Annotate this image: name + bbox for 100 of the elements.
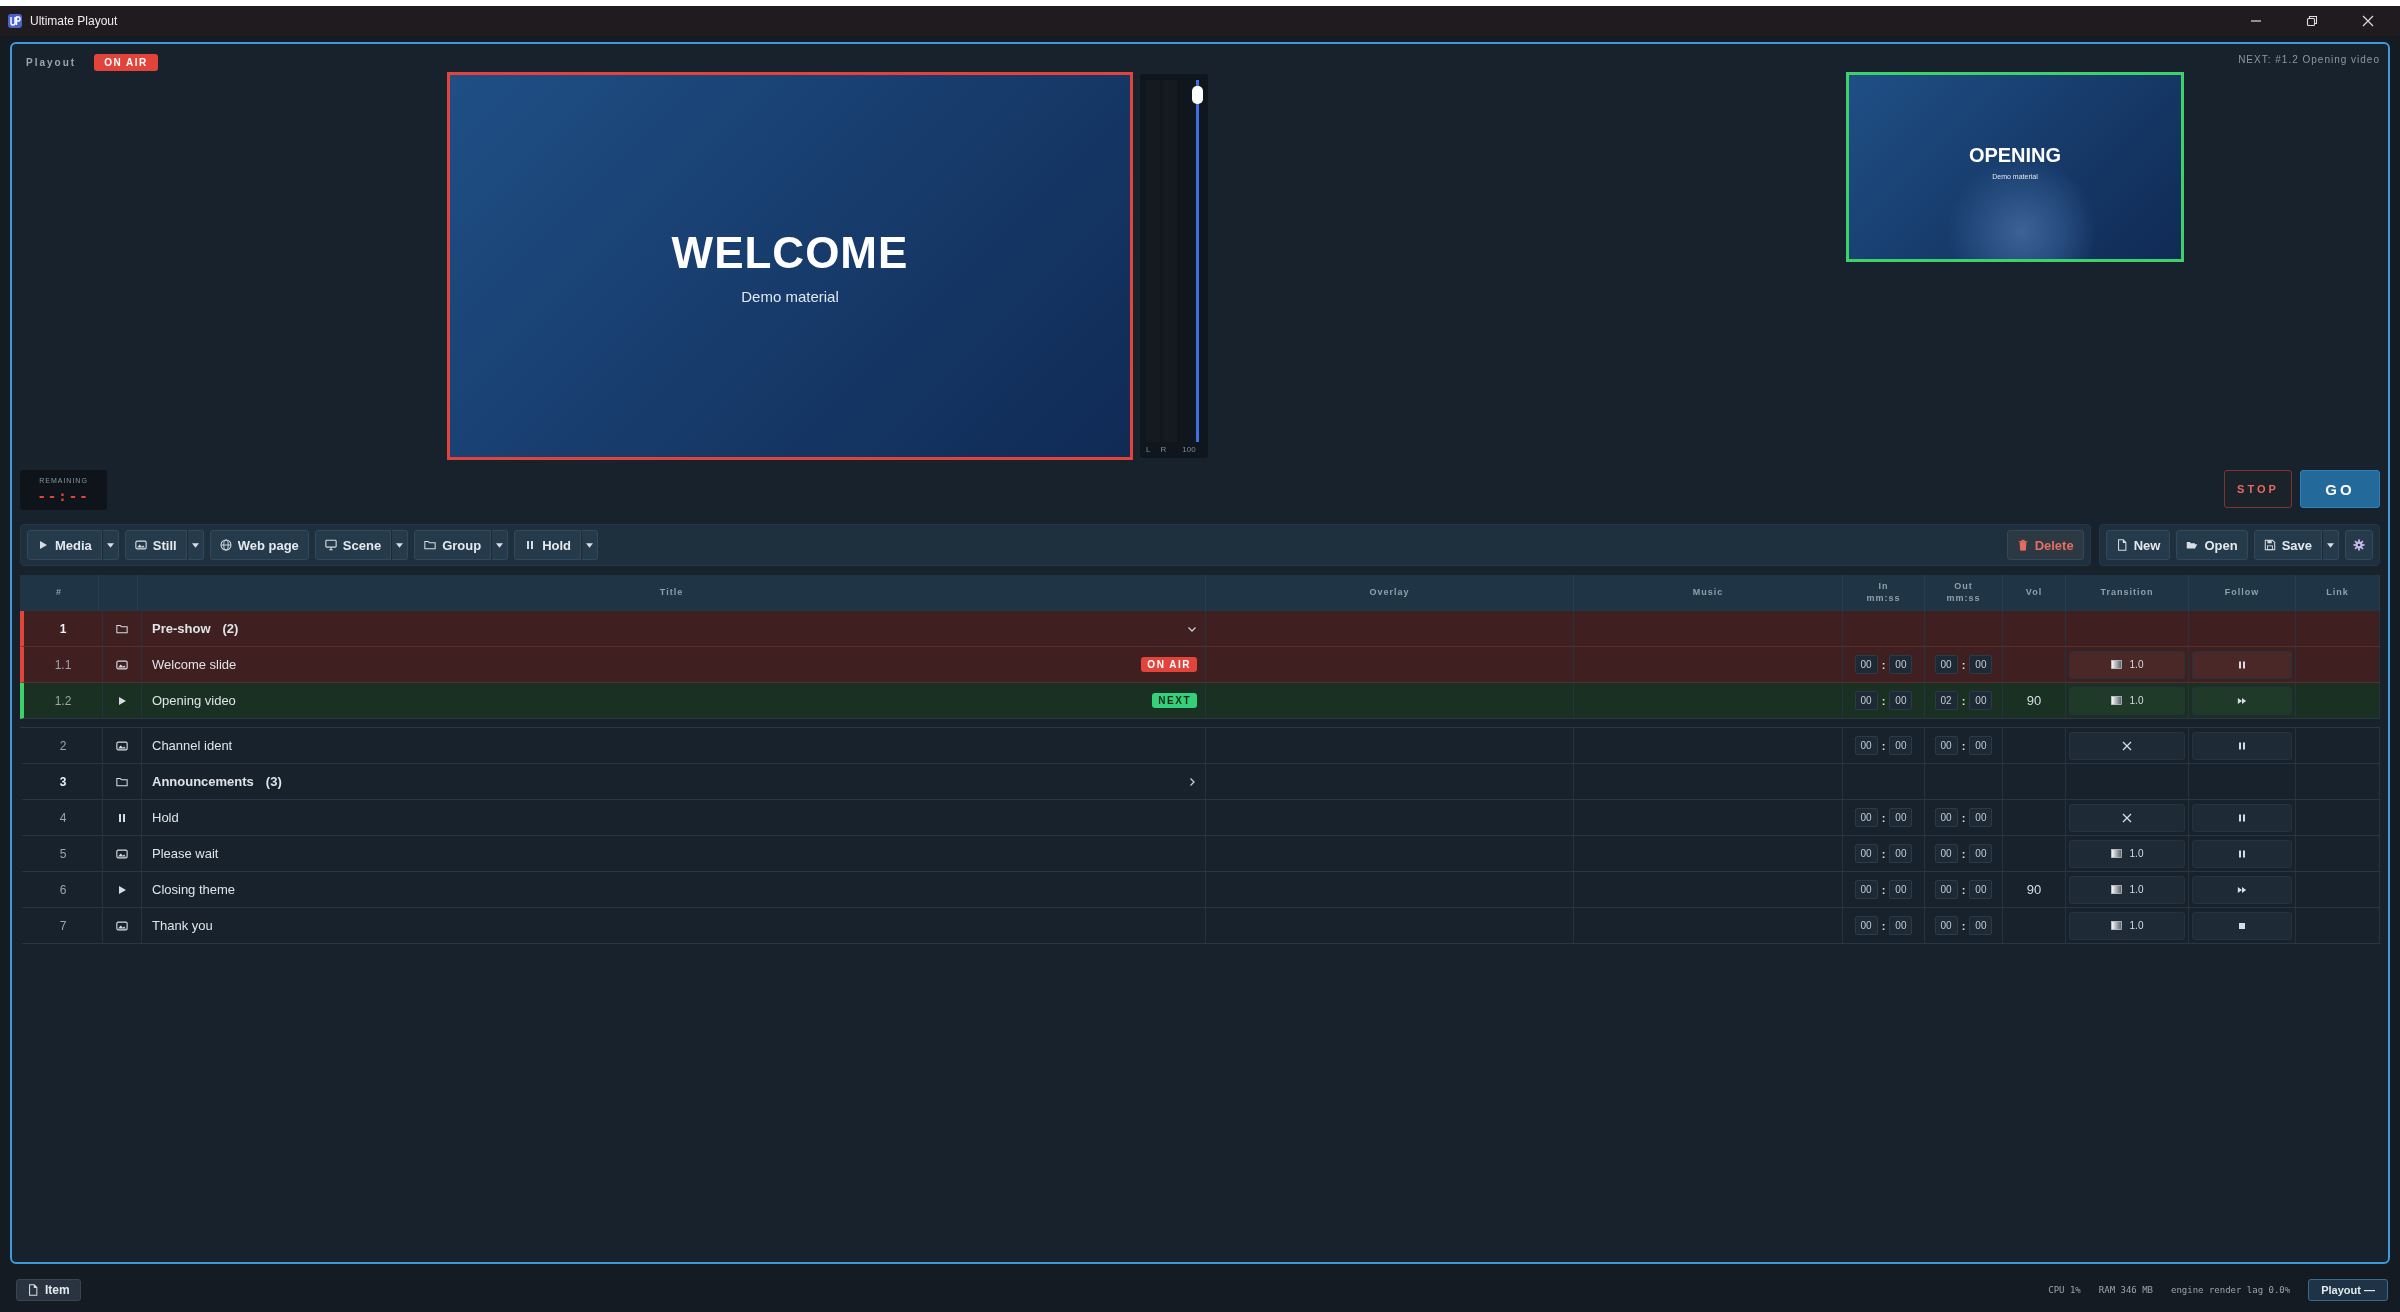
- stop-button[interactable]: STOP: [2224, 470, 2292, 508]
- transition-button[interactable]: 1.0: [2069, 839, 2185, 868]
- minutes-field[interactable]: 00: [1934, 880, 1958, 899]
- minutes-field[interactable]: 00: [1934, 736, 1958, 755]
- time-colon: :: [1961, 883, 1966, 896]
- go-button[interactable]: GO: [2300, 470, 2380, 508]
- restore-icon[interactable]: [2306, 15, 2318, 27]
- next-info: NEXT: #1.2 Opening video: [2238, 53, 2380, 65]
- playlist-row[interactable]: 1.1 Welcome slide ON AIR 00 : 00 00 : 00 1.0: [20, 647, 2380, 683]
- playlist-row[interactable]: 2 Channel ident 00 : 00 00 : 00: [20, 728, 2380, 764]
- settings-button[interactable]: [2345, 530, 2373, 560]
- time-colon: :: [1881, 919, 1886, 932]
- row-number: 3: [59, 774, 67, 789]
- seconds-field[interactable]: 00: [1969, 691, 1993, 710]
- seconds-field[interactable]: 00: [1889, 844, 1913, 863]
- web-button[interactable]: Web page: [209, 530, 309, 560]
- close-icon[interactable]: [2362, 15, 2374, 27]
- save-button[interactable]: Save: [2253, 530, 2322, 560]
- playlist-row[interactable]: 6 Closing theme 00 : 00 00 : 00 90 1.0: [20, 872, 2380, 908]
- transition-button[interactable]: 1.0: [2069, 650, 2185, 679]
- play-icon: [116, 883, 128, 896]
- row-number: 4: [59, 810, 67, 825]
- delete-button[interactable]: Delete: [2006, 530, 2084, 560]
- minutes-field[interactable]: 00: [1854, 880, 1878, 899]
- seconds-field[interactable]: 00: [1969, 880, 1993, 899]
- item-title: Hold: [152, 810, 179, 825]
- gradient-icon: [2110, 885, 2122, 894]
- minutes-field[interactable]: 00: [1854, 691, 1878, 710]
- minutes-field[interactable]: 00: [1854, 655, 1878, 674]
- seconds-field[interactable]: 00: [1889, 916, 1913, 935]
- seconds-field[interactable]: 00: [1969, 736, 1993, 755]
- seconds-field[interactable]: 00: [1889, 808, 1913, 827]
- seconds-field[interactable]: 00: [1969, 916, 1993, 935]
- document-icon: [2115, 539, 2128, 551]
- item-count: (2): [222, 621, 239, 636]
- chevron-icon[interactable]: [1187, 776, 1197, 787]
- fast-forward-icon: [2237, 884, 2247, 895]
- open-button[interactable]: Open: [2176, 530, 2248, 560]
- status-stat: RAM 346 MB: [2098, 1285, 2153, 1295]
- caret-icon: [496, 542, 504, 548]
- minutes-field[interactable]: 00: [1854, 844, 1878, 863]
- column-header: Overlay: [1369, 587, 1410, 599]
- playlist-row[interactable]: 1.2 Opening video NEXT 00 : 00 02 : 00 90 1.0: [20, 683, 2380, 719]
- image-icon: [116, 658, 128, 671]
- transition-button[interactable]: 1.0: [2069, 911, 2185, 940]
- minutes-field[interactable]: 00: [1934, 808, 1958, 827]
- minutes-field[interactable]: 00: [1854, 808, 1878, 827]
- caret-icon: [106, 542, 114, 548]
- minutes-field[interactable]: 02: [1934, 691, 1958, 710]
- caret-icon: [191, 542, 199, 548]
- playlist-row[interactable]: 7 Thank you 00 : 00 00 : 00 1.0: [20, 908, 2380, 944]
- dropdown-button[interactable]: [2322, 530, 2339, 560]
- time-colon: :: [1881, 811, 1886, 824]
- dropdown-button[interactable]: [491, 530, 509, 560]
- dropdown-button[interactable]: [391, 530, 409, 560]
- item-title: Closing theme: [152, 882, 236, 897]
- image-icon: [116, 919, 128, 932]
- transition-button[interactable]: 1.0: [2069, 875, 2185, 904]
- remaining-time: --:--: [37, 487, 90, 504]
- scene-button[interactable]: Scene: [314, 530, 392, 560]
- seconds-field[interactable]: 00: [1969, 844, 1993, 863]
- hold-button[interactable]: Hold: [514, 530, 582, 560]
- channel-label: R: [1160, 444, 1167, 454]
- new-button[interactable]: New: [2105, 530, 2171, 560]
- minutes-field[interactable]: 00: [1854, 736, 1878, 755]
- playlist-row[interactable]: 1 Pre-show (2): [20, 611, 2380, 647]
- minutes-field[interactable]: 00: [1854, 916, 1878, 935]
- seconds-field[interactable]: 00: [1889, 736, 1913, 755]
- dropdown-button[interactable]: [581, 530, 599, 560]
- still-button[interactable]: Still: [124, 530, 187, 560]
- column-header: Music: [1692, 587, 1724, 599]
- channel-label: L: [1146, 444, 1151, 454]
- seconds-field[interactable]: 00: [1889, 655, 1913, 674]
- column-header: In mm:ss: [1866, 581, 1901, 605]
- pause-icon: [2237, 848, 2247, 859]
- minutes-field[interactable]: 00: [1934, 655, 1958, 674]
- seconds-field[interactable]: 00: [1969, 655, 1993, 674]
- time-colon: :: [1881, 694, 1886, 707]
- minutes-field[interactable]: 00: [1934, 916, 1958, 935]
- seconds-field[interactable]: 00: [1969, 808, 1993, 827]
- caret-icon: [586, 542, 594, 548]
- media-button[interactable]: Media: [27, 530, 102, 560]
- trash-icon: [2016, 539, 2029, 551]
- seconds-field[interactable]: 00: [1889, 880, 1913, 899]
- time-colon: :: [1881, 739, 1886, 752]
- transition-button[interactable]: 1.0: [2069, 686, 2185, 715]
- playlist-row[interactable]: 4 Hold 00 : 00 00 : 00: [20, 800, 2380, 836]
- group-button[interactable]: Group: [414, 530, 492, 560]
- mode-button[interactable]: Playout —: [2308, 1279, 2388, 1301]
- image-icon: [134, 539, 147, 551]
- playlist-row[interactable]: 3 Announcements (3): [20, 764, 2380, 800]
- seconds-field[interactable]: 00: [1889, 691, 1913, 710]
- fast-forward-icon: [2237, 695, 2247, 706]
- minutes-field[interactable]: 00: [1934, 844, 1958, 863]
- item-button[interactable]: Item: [16, 1279, 81, 1301]
- item-title: Channel ident: [152, 738, 233, 753]
- playlist-row[interactable]: 5 Please wait 00 : 00 00 : 00 1.0: [20, 836, 2380, 872]
- volume-handle[interactable]: [1192, 86, 1203, 104]
- volume-value: 100: [1182, 444, 1196, 454]
- column-header: Link: [2326, 587, 2349, 599]
